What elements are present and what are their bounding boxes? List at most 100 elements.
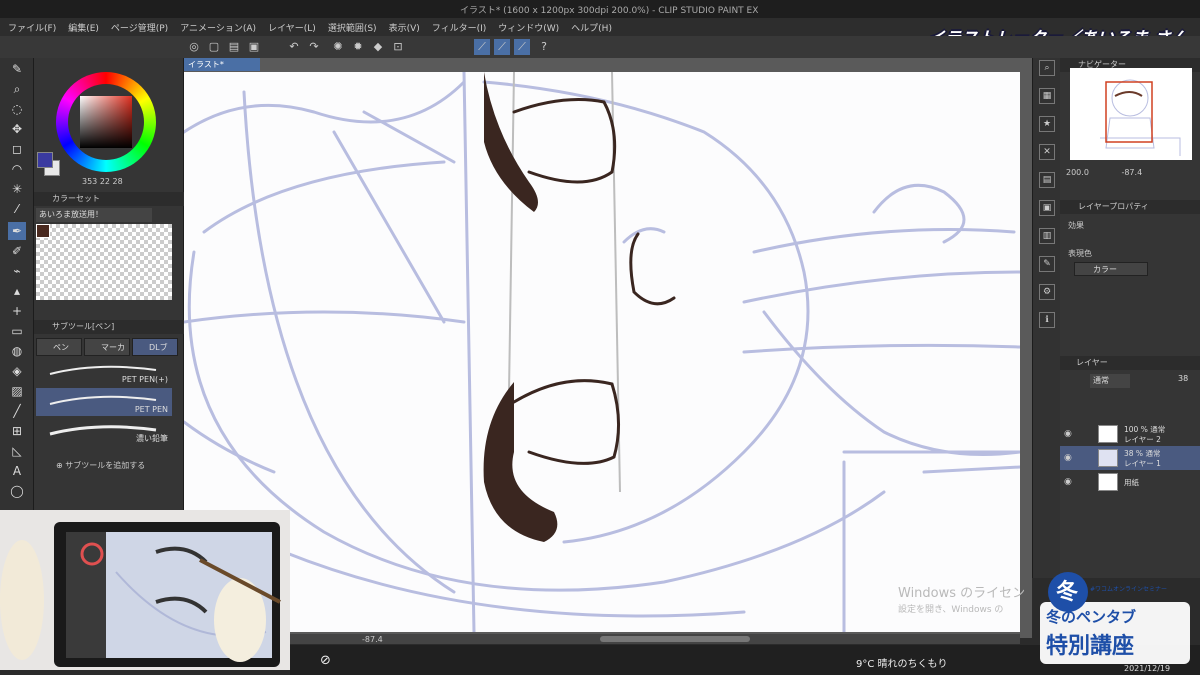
add-sub-tool-button[interactable]: ⊕ サブツールを追加する <box>56 460 145 471</box>
sub-tool-header: サブツール[ペン] <box>34 320 184 334</box>
select-tool-icon[interactable]: ◻ <box>8 140 26 158</box>
layer-icon[interactable]: ▥ <box>1039 228 1055 244</box>
drawing-canvas[interactable] <box>184 72 1020 632</box>
snap-special-icon[interactable]: ⟋ <box>494 39 510 55</box>
menu-file[interactable]: ファイル(F) <box>8 21 56 34</box>
text-icon[interactable]: A <box>8 462 26 480</box>
logo-line2: 特別講座 <box>1046 634 1135 659</box>
zoom-tool-icon[interactable]: ⌕ <box>8 80 26 98</box>
scroll-thumb[interactable] <box>600 636 750 642</box>
snap-ruler-icon[interactable]: ⟋ <box>474 39 490 55</box>
material-icon[interactable]: ▦ <box>1039 88 1055 104</box>
help-icon[interactable]: ? <box>536 39 552 55</box>
color-set-header: カラーセット <box>34 192 184 206</box>
fill-icon[interactable]: ◆ <box>370 39 386 55</box>
logo-line1: 冬のペンタブ <box>1046 608 1137 626</box>
eye-icon[interactable]: ◉ <box>1064 477 1072 487</box>
transform-icon[interactable]: ⊡ <box>390 39 406 55</box>
blend-icon[interactable]: ◍ <box>8 342 26 360</box>
open-icon[interactable]: ▤ <box>226 39 242 55</box>
figure-icon[interactable]: ╱ <box>8 402 26 420</box>
snap-grid-icon[interactable]: ⟋ <box>514 39 530 55</box>
layer-row[interactable]: ◉ 用紙 <box>1060 470 1200 494</box>
tab-marker[interactable]: マーカ <box>84 338 130 356</box>
webcam-overlay <box>0 510 290 670</box>
menu-layer[interactable]: レイヤー(L) <box>268 21 316 34</box>
menu-selection[interactable]: 選択範囲(S) <box>328 21 377 34</box>
grid-icon[interactable]: ▤ <box>1039 172 1055 188</box>
clip-studio-icon[interactable]: ◎ <box>186 39 202 55</box>
balloon-icon[interactable]: ◯ <box>8 482 26 500</box>
color-wheel[interactable] <box>56 72 156 172</box>
saturation-square[interactable] <box>80 96 132 148</box>
menu-view[interactable]: 表示(V) <box>389 21 420 34</box>
image-icon[interactable]: ▣ <box>1039 200 1055 216</box>
eye-icon[interactable]: ◉ <box>1064 429 1072 439</box>
info-icon[interactable]: ℹ <box>1039 312 1055 328</box>
eye-icon[interactable]: ◉ <box>1064 453 1072 463</box>
navigator-thumbnail[interactable] <box>1070 68 1192 160</box>
clear-icon[interactable]: ✺ <box>330 39 346 55</box>
gradient-icon[interactable]: ▨ <box>8 382 26 400</box>
expression-color-label: 表現色 <box>1068 249 1092 258</box>
new-file-icon[interactable]: ▢ <box>206 39 222 55</box>
redo-icon[interactable]: ↷ <box>306 39 322 55</box>
airbrush-icon[interactable]: ▴ <box>8 282 26 300</box>
pencil-icon[interactable]: ✐ <box>8 242 26 260</box>
color-set-dropdown[interactable]: あいろま放送用！ <box>36 208 152 222</box>
clear-outside-icon[interactable]: ✹ <box>350 39 366 55</box>
opacity-value[interactable]: 38 <box>1178 374 1188 383</box>
close-panel-icon[interactable]: ✕ <box>1039 144 1055 160</box>
brush-icon[interactable]: ⌁ <box>8 262 26 280</box>
menu-page[interactable]: ページ管理(P) <box>111 21 168 34</box>
angle-value[interactable]: -87.4 <box>1121 168 1142 177</box>
undo-icon[interactable]: ↶ <box>286 39 302 55</box>
logo-hashtag: #ワコムオンラインセミナー <box>1090 586 1168 593</box>
activation-watermark: Windows のライセン <box>898 586 1026 601</box>
menu-edit[interactable]: 編集(E) <box>68 21 99 34</box>
logo-mark: 冬 <box>1056 580 1079 605</box>
weather-widget[interactable]: 9°C 晴れのちくもり <box>856 655 948 670</box>
eyedropper-icon[interactable]: ⁄ <box>8 200 26 218</box>
edit-icon[interactable]: ✎ <box>1039 256 1055 272</box>
color-set-swatch[interactable] <box>36 224 50 238</box>
menu-window[interactable]: ウィンドウ(W) <box>498 21 559 34</box>
menu-help[interactable]: ヘルプ(H) <box>571 21 612 34</box>
left-panel: 353 22 28 カラーセット あいろま放送用！ サブツール[ペン] ペン マ… <box>34 58 184 510</box>
main-color-swatch[interactable] <box>37 152 53 168</box>
lasso-tool-icon[interactable]: ◠ <box>8 160 26 178</box>
rotate-tool-icon[interactable]: ◌ <box>8 100 26 118</box>
sketch-drawing <box>184 72 1020 632</box>
search-icon[interactable]: ⌕ <box>1039 60 1055 76</box>
star-icon[interactable]: ★ <box>1039 116 1055 132</box>
tool-palette: ✎ ⌕ ◌ ✥ ◻ ◠ ✳ ⁄ ✒ ✐ ⌁ ▴ + ▭ ◍ ◈ ▨ ╱ ⊞ ◺ … <box>0 58 34 510</box>
menu-filter[interactable]: フィルター(I) <box>432 21 487 34</box>
pen-active-icon[interactable]: ✒ <box>8 222 26 240</box>
document-tab[interactable]: イラスト* <box>184 58 260 71</box>
title-bar: イラスト* (1600 x 1200px 300dpi 200.0%) - CL… <box>0 0 1200 18</box>
eraser-icon[interactable]: ▭ <box>8 322 26 340</box>
zoom-value[interactable]: 200.0 <box>1066 168 1089 177</box>
brush-item[interactable]: 濃い鉛筆 <box>36 418 172 446</box>
app-icon[interactable]: ⊘ <box>320 653 331 668</box>
magic-wand-icon[interactable]: ✳ <box>8 180 26 198</box>
color-set-grid[interactable] <box>36 224 172 300</box>
tab-pen[interactable]: ペン <box>36 338 82 356</box>
save-icon[interactable]: ▣ <box>246 39 262 55</box>
layer-row-selected[interactable]: ◉ 38 % 通常 レイヤー 1 <box>1060 446 1200 470</box>
pen-tool-icon[interactable]: ✎ <box>8 60 26 78</box>
fill-tool-icon[interactable]: ◈ <box>8 362 26 380</box>
ruler-icon[interactable]: ◺ <box>8 442 26 460</box>
brush-item-selected[interactable]: PET PEN <box>36 388 172 416</box>
expression-color-dropdown[interactable]: カラー <box>1074 262 1148 276</box>
frame-icon[interactable]: ⊞ <box>8 422 26 440</box>
layer-property-header: レイヤープロパティ <box>1060 200 1200 214</box>
tab-dl-brush[interactable]: DLブ <box>132 338 178 356</box>
settings-icon[interactable]: ⚙ <box>1039 284 1055 300</box>
decoration-icon[interactable]: + <box>8 302 26 320</box>
move-tool-icon[interactable]: ✥ <box>8 120 26 138</box>
brush-item[interactable]: PET PEN(+) <box>36 358 172 386</box>
blend-mode-dropdown[interactable]: 通常 <box>1090 374 1130 388</box>
menu-animation[interactable]: アニメーション(A) <box>180 21 256 34</box>
layer-row[interactable]: ◉ 100 % 通常 レイヤー 2 <box>1060 422 1200 446</box>
